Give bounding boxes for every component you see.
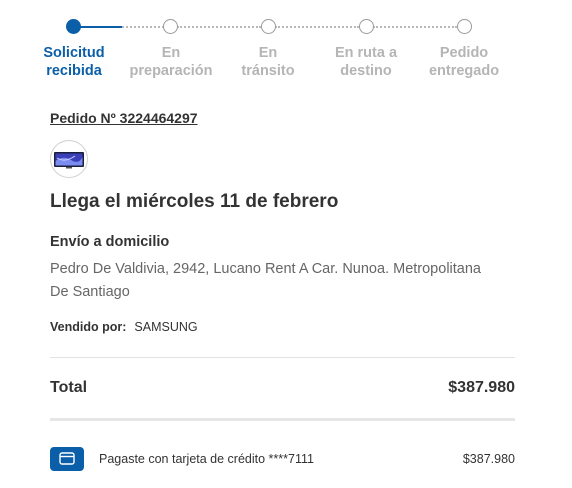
step-dot-delivered	[457, 19, 472, 34]
tv-image-icon	[54, 152, 84, 169]
step-label-line: tránsito	[241, 63, 295, 79]
step-dot-preparation	[163, 19, 178, 34]
total-value: $387.980	[448, 379, 515, 396]
step-label-line: Pedido	[439, 45, 489, 61]
seller-label: Vendido por:	[50, 320, 127, 334]
shipping-method-title: Envío a domicilio	[50, 234, 170, 250]
step-label-delivered: Pedido entregado	[409, 44, 519, 80]
progress-line-completed	[80, 26, 122, 28]
address-line: De Santiago	[50, 284, 130, 300]
step-dot-received	[66, 19, 81, 34]
payment-method-text: Pagaste con tarjeta de crédito ****7111	[99, 452, 314, 466]
seller-info: Vendido por: SAMSUNG	[50, 320, 198, 334]
step-dot-en-route	[359, 19, 374, 34]
step-label-line: En ruta a	[334, 45, 398, 61]
divider	[50, 418, 515, 421]
arrival-date: Llega el miércoles 11 de febrero	[50, 191, 339, 212]
seller-name: SAMSUNG	[134, 320, 198, 334]
step-label-preparation: En preparación	[116, 44, 226, 80]
step-label-line: En	[161, 45, 181, 61]
total-label: Total	[50, 379, 88, 396]
step-label-line: recibida	[46, 63, 102, 79]
progress-line	[122, 26, 164, 28]
step-label-line: preparación	[129, 63, 213, 79]
step-label-line: entregado	[428, 63, 500, 79]
product-thumbnail[interactable]	[50, 140, 88, 178]
step-label-en-route: En ruta a destino	[311, 44, 421, 80]
shipping-address: Pedro De Valdivia, 2942, Lucano Rent A C…	[50, 258, 520, 304]
credit-card-icon	[50, 447, 84, 471]
step-label-line: En	[258, 45, 278, 61]
order-progress-tracker: Solicitud recibida En preparación En trá…	[0, 0, 572, 95]
step-label-transit: En tránsito	[213, 44, 323, 80]
progress-line	[373, 26, 457, 28]
progress-line	[177, 26, 261, 28]
order-number-link[interactable]: Pedido Nº 3224464297	[50, 110, 198, 126]
step-label-received: Solicitud recibida	[19, 44, 129, 80]
progress-line	[275, 26, 359, 28]
step-dot-transit	[261, 19, 276, 34]
step-label-line: destino	[340, 63, 392, 79]
divider	[50, 357, 515, 358]
payment-amount: $387.980	[462, 452, 515, 466]
address-line: Pedro De Valdivia, 2942, Lucano Rent A C…	[50, 261, 481, 277]
step-label-line: Solicitud	[43, 45, 105, 61]
